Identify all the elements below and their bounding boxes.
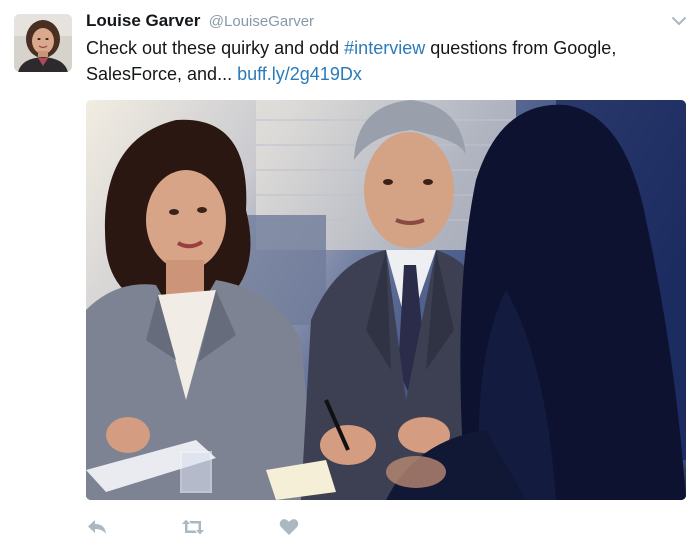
heart-icon[interactable] bbox=[276, 514, 302, 540]
author-handle[interactable]: @LouiseGarver bbox=[209, 13, 314, 30]
avatar[interactable] bbox=[14, 14, 72, 72]
tweet-text: Check out these quirky and odd #intervie… bbox=[86, 35, 676, 87]
url-link[interactable]: buff.ly/2g419Dx bbox=[237, 64, 362, 84]
chevron-down-icon[interactable] bbox=[670, 14, 688, 28]
reply-icon[interactable] bbox=[84, 514, 110, 540]
tweet-media-photo[interactable] bbox=[86, 100, 686, 500]
author-display-name[interactable]: Louise Garver bbox=[86, 11, 200, 30]
retweet-icon[interactable] bbox=[180, 514, 206, 540]
hashtag-link[interactable]: #interview bbox=[344, 38, 425, 58]
tweet-text-part1: Check out these quirky and odd bbox=[86, 38, 345, 58]
tweet-card: Louise Garver @LouiseGarver Check out th… bbox=[0, 0, 700, 550]
tweet-header: Louise Garver @LouiseGarver bbox=[86, 11, 660, 33]
